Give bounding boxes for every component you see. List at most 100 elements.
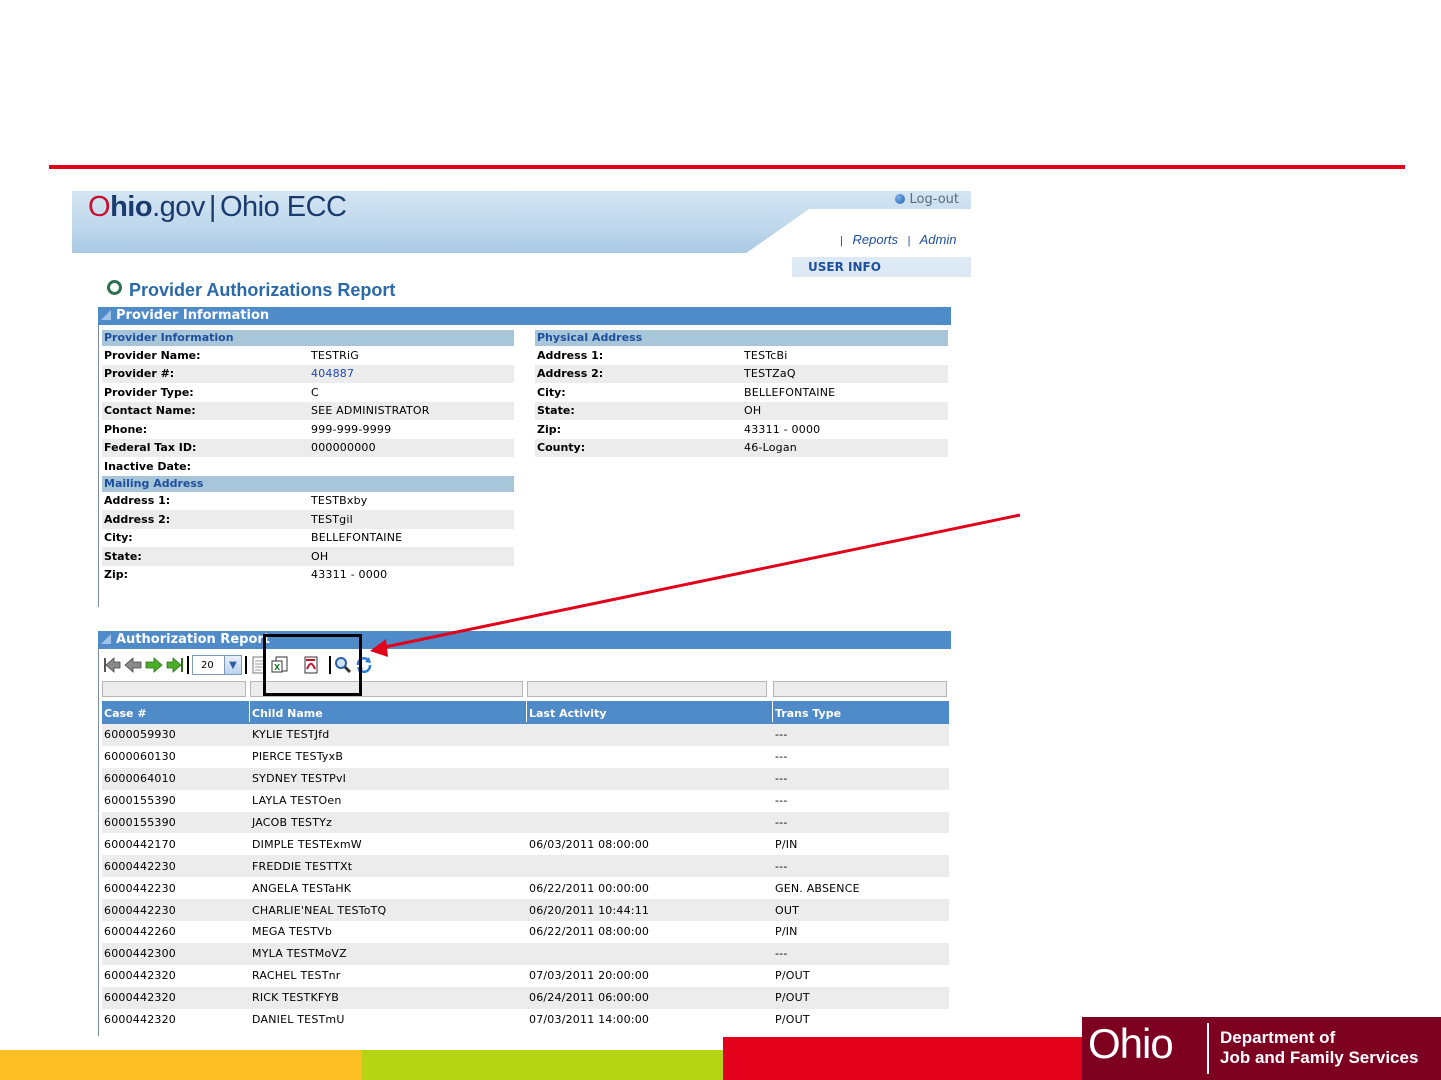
table-row[interactable]: 6000442320 RICK TESTKFYB 06/24/2011 06:00:… [102, 986, 949, 1009]
column-header-trans-type[interactable]: Trans Type [773, 699, 949, 722]
collapse-triangle-icon [101, 634, 111, 644]
cell-child-name: DANIEL TESTmU [252, 1013, 345, 1027]
cell-case-number: 6000442320 [104, 991, 176, 1005]
detail-row: City: BELLEFONTAINE [535, 383, 948, 402]
detail-label: Provider Type: [104, 385, 194, 399]
globe-icon [894, 194, 905, 204]
column-header-child-name[interactable]: Child Name [250, 699, 527, 722]
table-row[interactable]: 6000442320 DANIEL TESTmU 07/03/2011 14:00:… [102, 1009, 949, 1031]
chevron-down-icon: ▼ [224, 656, 241, 674]
cell-trans-type: P/OUT [775, 991, 810, 1005]
cell-last-activity: 06/22/2011 08:00:00 [529, 925, 650, 939]
cell-case-number: 6000064010 [104, 772, 176, 786]
last-page-icon[interactable] [166, 656, 184, 674]
nav-admin[interactable]: Admin [920, 232, 957, 247]
cell-trans-type: --- [775, 816, 788, 829]
page-size-select[interactable]: 20 ▼ [192, 655, 242, 675]
cell-last-activity: 06/03/2011 08:00:00 [529, 837, 650, 851]
table-row[interactable]: 6000442170 DIMPLE TESTExmW 06/03/2011 08:0… [102, 833, 949, 855]
table-row[interactable]: 6000155390 LAYLA TESTOen --- [102, 790, 949, 812]
authorization-table: Case # Child Name Last Activity Trans Ty… [102, 699, 949, 1031]
detail-row: Provider Name: TESTRiG [102, 346, 514, 365]
cell-child-name: PIERCE TESTyxB [252, 750, 344, 764]
detail-value: 999-999-9999 [311, 422, 392, 436]
cell-case-number: 6000155390 [104, 794, 176, 808]
column-filters [102, 681, 949, 697]
cell-trans-type: P/IN [775, 925, 798, 939]
detail-label: Address 1: [537, 348, 604, 362]
detail-value: 000000000 [311, 441, 376, 455]
detail-row: Zip: 43311 - 0000 [535, 420, 948, 439]
logout-link[interactable]: Log-out [894, 192, 959, 207]
cell-last-activity: 06/24/2011 06:00:00 [529, 991, 650, 1005]
cell-trans-type: --- [775, 728, 788, 742]
detail-row: Federal Tax ID: 000000000 [102, 438, 514, 457]
detail-row: State: OH [535, 401, 948, 420]
cell-trans-type: --- [775, 794, 788, 808]
filter-last-activity[interactable] [527, 681, 767, 697]
table-row[interactable]: 6000442230 FREDDIE TESTTXt --- [102, 855, 949, 878]
table-row[interactable]: 6000442230 ANGELA TESTaHK 06/22/2011 00:00… [102, 877, 949, 899]
cell-child-name: RICK TESTKFYB [252, 991, 340, 1005]
cell-case-number: 6000442170 [104, 837, 176, 851]
cell-trans-type: P/OUT [775, 969, 810, 983]
table-row[interactable]: 6000059930 KYLIE TESTJfd --- [102, 724, 949, 746]
physical-address-heading: Physical Address [535, 330, 948, 346]
cell-child-name: KYLIE TESTJfd [252, 728, 330, 742]
cell-child-name: DIMPLE TESTExmW [252, 837, 362, 851]
detail-label: Phone: [104, 422, 148, 436]
physical-address-block: Physical Address Address 1: TESTcBi Addres… [535, 330, 948, 457]
detail-row: Address 2: TESTZaQ [535, 364, 948, 383]
table-row[interactable]: 6000442260 MEGA TESTVb 06/22/2011 08:00:00… [102, 921, 949, 943]
ohio-ecc-logo[interactable]: Ohio.gov | Ohio ECC [88, 191, 347, 224]
table-row[interactable]: 6000442300 MYLA TESTMoVZ --- [102, 942, 949, 965]
cell-case-number: 6000442230 [104, 859, 176, 873]
cell-trans-type: --- [775, 859, 788, 873]
detail-label: Contact Name: [104, 404, 196, 418]
physical-address-list: Address 1: TESTcBi Address 2: TESTZaQ City: B… [535, 346, 948, 457]
user-info-tab[interactable]: USER INFO [792, 257, 971, 277]
cell-case-number: 6000059930 [104, 728, 176, 742]
cell-trans-type: P/IN [775, 837, 798, 851]
cell-case-number: 6000442230 [104, 881, 176, 895]
table-row[interactable]: 6000060130 PIERCE TESTyxB --- [102, 746, 949, 768]
detail-label: City: [104, 531, 133, 545]
next-page-icon[interactable] [145, 656, 163, 674]
filter-case-number[interactable] [102, 681, 246, 697]
cell-case-number: 6000442320 [104, 969, 176, 983]
first-page-icon[interactable] [103, 656, 121, 674]
nav-reports[interactable]: Reports [852, 232, 898, 247]
collapse-triangle-icon [101, 310, 111, 320]
filter-trans-type[interactable] [773, 681, 947, 697]
detail-label: State: [537, 404, 575, 418]
provider-number-link[interactable]: 404887 [311, 367, 354, 380]
cell-last-activity: 06/20/2011 10:44:11 [529, 903, 650, 917]
top-nav: | Reports | Admin [840, 232, 957, 247]
table-row[interactable]: 6000155390 JACOB TESTYz --- [102, 811, 949, 834]
logo-divider [1207, 1023, 1209, 1074]
column-header-case[interactable]: Case # [102, 699, 250, 722]
footer-bar-yellow [0, 1050, 362, 1080]
table-row[interactable]: 6000064010 SYDNEY TESTPvI --- [102, 767, 949, 790]
footer-bar-red [723, 1037, 1083, 1080]
detail-row: Phone: 999-999-9999 [102, 420, 514, 439]
detail-label: Provider Name: [104, 348, 201, 362]
detail-row: Contact Name: SEE ADMINISTRATOR [102, 401, 514, 420]
detail-row: County: 46-Logan [535, 438, 948, 457]
table-row[interactable]: 6000442320 RACHEL TESTnr 07/03/2011 20:00:… [102, 965, 949, 987]
cell-child-name: ANGELA TESTaHK [252, 881, 352, 895]
previous-page-icon[interactable] [124, 656, 142, 674]
detail-value: 46-Logan [744, 441, 797, 455]
provider-info-list: Provider Name: TESTRiG Provider #: 404887 Pr… [102, 346, 514, 476]
detail-value: TESTRiG [311, 348, 359, 362]
table-row[interactable]: 6000442230 CHARLIE'NEAL TESToTQ 06/20/2011… [102, 899, 949, 922]
column-header-last-activity[interactable]: Last Activity [527, 699, 773, 722]
detail-value: TESTZaQ [744, 367, 796, 381]
detail-label: Inactive Date: [104, 459, 192, 473]
detail-value: TESTgil [311, 512, 353, 526]
detail-label: Address 1: [104, 494, 171, 508]
cell-last-activity: 07/03/2011 14:00:00 [529, 1013, 650, 1027]
provider-section-header[interactable]: Provider Information [98, 307, 951, 325]
detail-label: State: [104, 549, 142, 563]
cell-trans-type: --- [775, 750, 788, 764]
